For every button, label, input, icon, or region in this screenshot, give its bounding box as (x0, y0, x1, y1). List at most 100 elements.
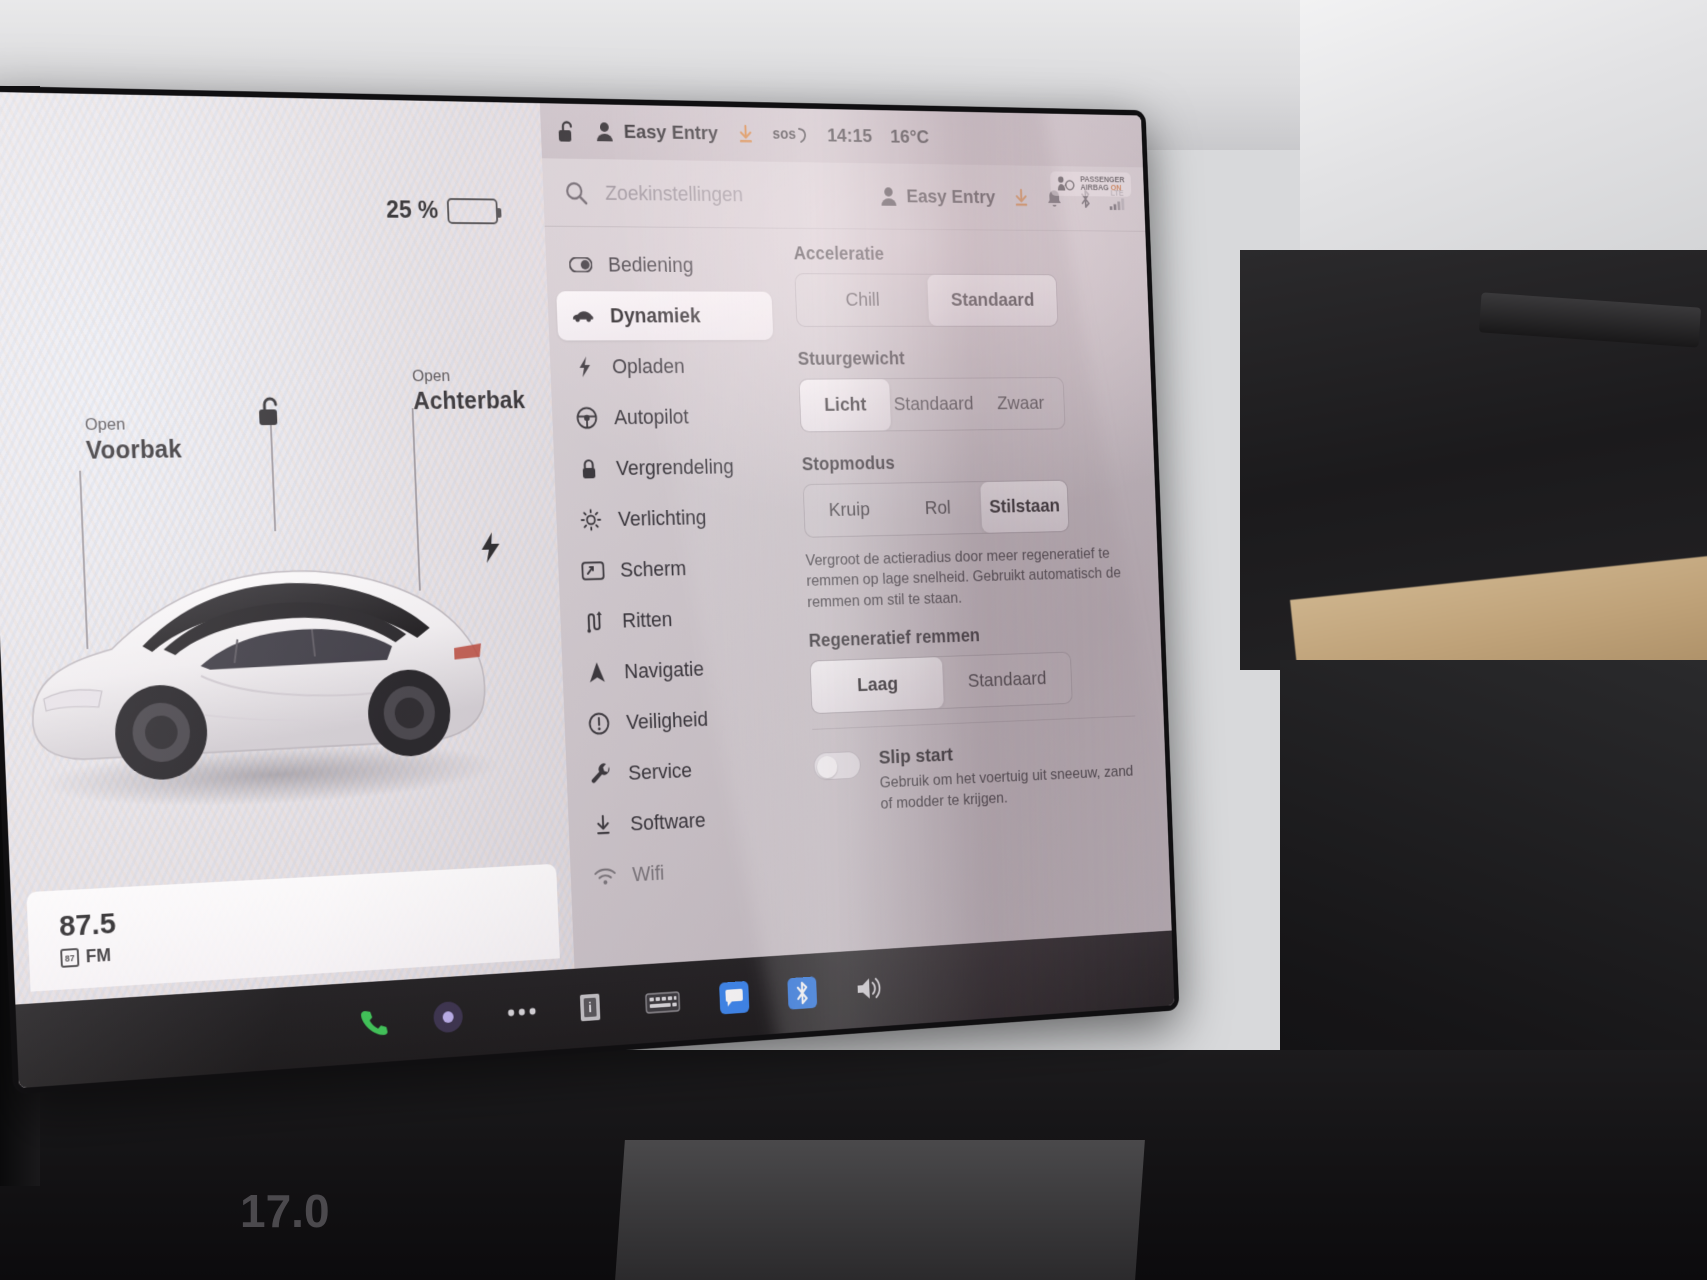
sos-label[interactable]: sos (772, 127, 796, 144)
steering-segmented-control[interactable]: Licht Standaard Zwaar (798, 377, 1066, 433)
slip-start-description: Gebruik om het voertuig uit sneeuw, zand… (879, 762, 1134, 813)
sidebar-item-dynamiek[interactable]: Dynamiek (556, 291, 774, 341)
unlocked-padlock-icon[interactable] (556, 119, 576, 144)
regen-braking-option-laag[interactable]: Laag (810, 657, 944, 714)
slip-start-row[interactable]: Slip start Gebruik om het voertuig uit s… (813, 736, 1138, 817)
sidebar-item-wifi[interactable]: Wifi (579, 842, 795, 902)
passenger-airbag-indicator: PASSENGER AIRBAG ON (1050, 171, 1132, 197)
acceleration-option-chill[interactable]: Chill (795, 274, 929, 326)
display-icon (581, 561, 605, 580)
radio-band: 87 FM (60, 945, 111, 969)
vehicle-visualization-pane[interactable]: 25 % Open Voorbak Open Achterbak 87.5 87… (0, 91, 578, 1089)
sidebar-item-label: Wifi (631, 860, 665, 886)
tesla-touchscreen-bezel: 25 % Open Voorbak Open Achterbak 87.5 87… (0, 85, 1180, 1095)
battery-status[interactable]: 25 % (386, 196, 499, 225)
stopping-mode-segmented-control[interactable]: Kruip Rol Stilstaan (802, 479, 1070, 538)
brightness-icon (579, 508, 603, 531)
steering-option-licht[interactable]: Licht (799, 379, 891, 432)
sidebar-item-navigatie[interactable]: Navigatie (570, 642, 787, 698)
settings-pane[interactable]: Easy Entry sos 14:15 16°C Zoekinstelling… (539, 103, 1175, 1049)
tesla-touchscreen[interactable]: 25 % Open Voorbak Open Achterbak 87.5 87… (0, 91, 1175, 1089)
stopping-mode-option-rol[interactable]: Rol (893, 482, 983, 535)
radio-frequency: 87.5 (58, 907, 117, 944)
sidebar-item-verlichting[interactable]: Verlichting (564, 492, 781, 545)
status-temperature[interactable]: 16°C (890, 126, 930, 149)
battery-icon (446, 198, 499, 225)
sidebar-item-label: Verlichting (617, 505, 707, 531)
hvac-temperature[interactable]: 17.0 (240, 1184, 330, 1238)
car-icon (571, 308, 595, 323)
stopping-mode-description: Vergroot de actieradius door meer regene… (805, 544, 1122, 611)
acceleration-title: Acceleratie (793, 243, 885, 265)
settings-content: Bediening Dynamiek Opladen Autopilot Ver… (545, 227, 1175, 1048)
tesla-model-3-render (3, 479, 523, 826)
acceleration-option-standaard[interactable]: Standaard (927, 274, 1058, 326)
status-bar[interactable]: Easy Entry sos 14:15 16°C (539, 103, 1143, 168)
sidebar-item-label: Veiligheid (625, 707, 709, 734)
rear-trunk-action: Open (411, 366, 451, 386)
sidebar-item-ritten[interactable]: Ritten (568, 592, 785, 647)
software-download-icon[interactable] (1013, 188, 1030, 208)
message-icon[interactable] (719, 980, 750, 1015)
passenger-airbag-icon (1057, 175, 1075, 191)
stopping-mode-option-stilstaan[interactable]: Stilstaan (980, 480, 1069, 533)
search-input[interactable] (604, 180, 863, 208)
ellipsis-icon[interactable] (506, 1004, 539, 1019)
bluetooth-icon[interactable] (787, 976, 818, 1010)
sidebar-item-label: Vergrendeling (615, 454, 735, 480)
keyboard-icon[interactable] (645, 989, 681, 1016)
media-player-card[interactable]: 87.5 87 FM (26, 863, 560, 992)
toggle-switch-icon (569, 257, 593, 272)
wifi-icon (593, 866, 617, 886)
settings-nav-list[interactable]: Bediening Dynamiek Opladen Autopilot Ver… (545, 227, 809, 1048)
sidebar-item-vergrendeling[interactable]: Vergrendeling (562, 442, 779, 494)
battery-percent-label: 25 % (385, 196, 439, 224)
steering-option-zwaar[interactable]: Zwaar (977, 378, 1065, 429)
rear-trunk-label: Achterbak (412, 386, 526, 415)
regen-braking-segmented-control[interactable]: Laag Standaard (809, 651, 1073, 715)
radio-band-badge: 87 (60, 947, 80, 968)
sidebar-item-label: Scherm (619, 556, 687, 582)
acceleration-segmented-control[interactable]: Chill Standaard (794, 273, 1059, 327)
person-icon (880, 186, 897, 206)
download-icon (591, 814, 615, 838)
unlocked-padlock-icon[interactable] (256, 395, 285, 428)
settings-profile-chip[interactable]: Easy Entry (880, 185, 996, 208)
software-download-icon[interactable] (736, 124, 754, 145)
front-trunk-control[interactable]: Open Voorbak (84, 415, 183, 465)
svg-text:i: i (588, 1000, 592, 1015)
sidebar-item-service[interactable]: Service (575, 742, 791, 800)
sidebar-item-bediening[interactable]: Bediening (554, 240, 771, 290)
dynamics-settings-detail: Acceleratie Chill Standaard Stuurgewicht… (777, 229, 1174, 1032)
settings-divider (812, 715, 1136, 731)
sidebar-item-scherm[interactable]: Scherm (566, 542, 783, 596)
status-time: 14:15 (826, 124, 873, 147)
status-profile-name[interactable]: Easy Entry (623, 121, 718, 145)
steering-option-standaard[interactable]: Standaard (889, 378, 979, 430)
wrench-icon (589, 763, 613, 787)
hvac-strip[interactable]: 17.0 (180, 1170, 740, 1280)
sidebar-item-opladen[interactable]: Opladen (558, 342, 775, 392)
sidebar-item-veiligheid[interactable]: Veiligheid (573, 692, 789, 749)
sidebar-item-autopilot[interactable]: Autopilot (560, 392, 777, 443)
info-card-icon[interactable]: i (578, 990, 606, 1024)
regen-braking-title: Regeneratief remmen (808, 625, 981, 652)
sidebar-item-label: Opladen (611, 354, 685, 379)
toggle-knob (816, 755, 838, 779)
sos-swoosh-icon (797, 126, 809, 145)
phone-icon[interactable] (358, 1005, 391, 1040)
microphone-dot-icon[interactable] (431, 999, 465, 1036)
speaker-icon[interactable] (855, 975, 884, 1003)
stopping-mode-option-kruip[interactable]: Kruip (804, 484, 895, 537)
rear-trunk-control[interactable]: Open Achterbak (412, 367, 526, 415)
slip-start-toggle[interactable] (813, 751, 862, 781)
person-icon (595, 121, 613, 142)
settings-profile-name: Easy Entry (905, 185, 996, 208)
lock-icon (577, 457, 601, 480)
screenshot-stage: 17.0 25 % Open Voorbak Open Achterbak 87… (0, 0, 1707, 1280)
sidebar-item-label: Autopilot (613, 404, 690, 429)
regen-braking-option-standaard[interactable]: Standaard (942, 653, 1072, 708)
airbag-status: ON (1110, 183, 1122, 193)
sidebar-item-software[interactable]: Software (577, 792, 793, 851)
alert-circle-icon (587, 712, 611, 736)
